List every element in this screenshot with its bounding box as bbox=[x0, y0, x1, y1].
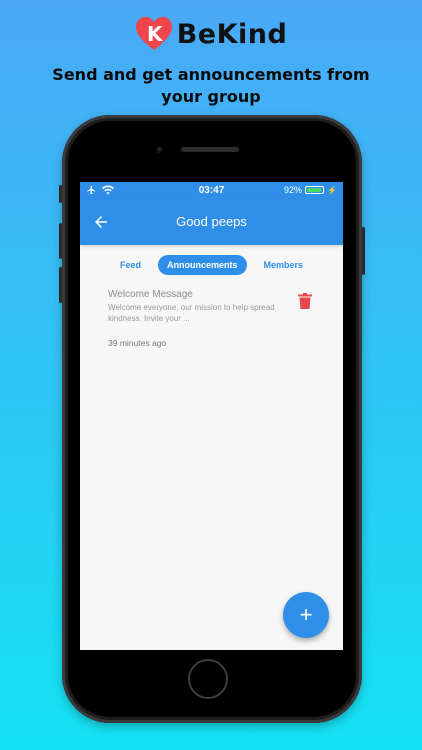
battery-icon bbox=[305, 186, 325, 194]
brand-name: BeKind bbox=[176, 18, 288, 50]
earpiece-speaker bbox=[181, 147, 239, 152]
volume-down-button bbox=[59, 267, 62, 303]
logo-letter: K bbox=[147, 22, 164, 46]
front-camera bbox=[156, 146, 163, 153]
announcement-time: 39 minutes ago bbox=[108, 338, 167, 348]
phone-frame: 03:47 92% ⚡ Good peeps Feed Announcement… bbox=[59, 115, 365, 723]
mute-switch bbox=[59, 185, 62, 203]
charging-icon: ⚡ bbox=[327, 185, 337, 195]
trash-icon[interactable] bbox=[298, 293, 312, 309]
announcement-item[interactable]: Welcome Message Welcome everyone, our mi… bbox=[108, 289, 338, 348]
tab-bar: Feed Announcements Members bbox=[80, 255, 343, 275]
volume-up-button bbox=[59, 223, 62, 259]
tab-announcements[interactable]: Announcements bbox=[157, 255, 247, 275]
brand-logo: K BeKind bbox=[0, 14, 422, 54]
page-title: Good peeps bbox=[176, 214, 247, 229]
app-bar: Good peeps bbox=[80, 200, 343, 245]
announcement-body: Welcome everyone, our mission to help sp… bbox=[108, 303, 275, 323]
tagline: Send and get announcements from your gro… bbox=[52, 65, 370, 106]
power-button bbox=[362, 227, 365, 275]
tab-members[interactable]: Members bbox=[255, 255, 313, 275]
battery-percent: 92% bbox=[284, 185, 303, 195]
add-announcement-button[interactable]: + bbox=[283, 592, 329, 638]
heart-logo-icon: K bbox=[135, 16, 173, 52]
home-button[interactable] bbox=[188, 659, 228, 699]
app-screen: 03:47 92% ⚡ Good peeps Feed Announcement… bbox=[80, 182, 343, 650]
tab-feed[interactable]: Feed bbox=[111, 255, 150, 275]
status-bar: 03:47 92% ⚡ bbox=[80, 182, 343, 200]
plus-icon: + bbox=[299, 602, 313, 627]
